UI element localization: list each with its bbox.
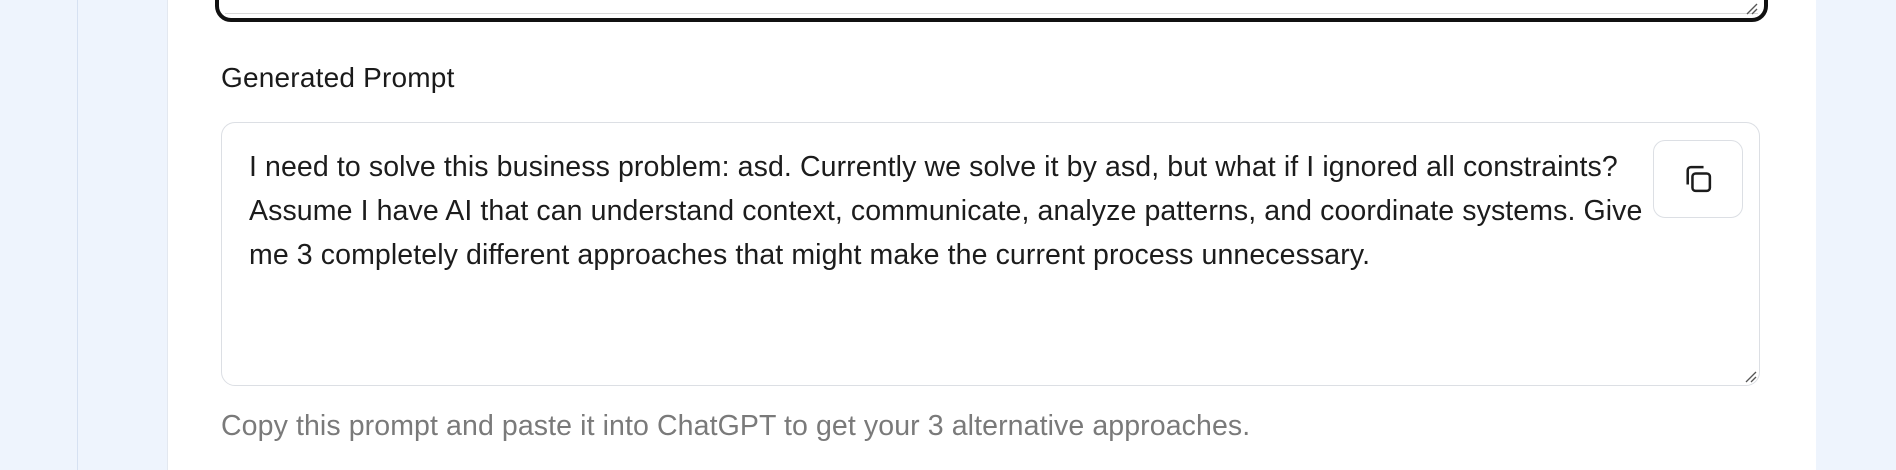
generated-prompt-textarea[interactable]: I need to solve this business problem: a…	[221, 122, 1760, 386]
copy-icon	[1686, 165, 1712, 193]
generated-prompt-label: Generated Prompt	[221, 62, 455, 93]
previous-textarea-focused[interactable]	[215, 0, 1768, 22]
copy-button[interactable]	[1653, 140, 1743, 218]
resize-grip-icon[interactable]	[1744, 1, 1758, 15]
resize-grip-icon[interactable]	[1743, 369, 1757, 383]
helper-text: Copy this prompt and paste it into ChatG…	[221, 410, 1251, 442]
textarea-inner-border	[225, 13, 1758, 14]
generated-prompt-text[interactable]: I need to solve this business problem: a…	[249, 145, 1649, 277]
left-divider	[77, 0, 78, 470]
